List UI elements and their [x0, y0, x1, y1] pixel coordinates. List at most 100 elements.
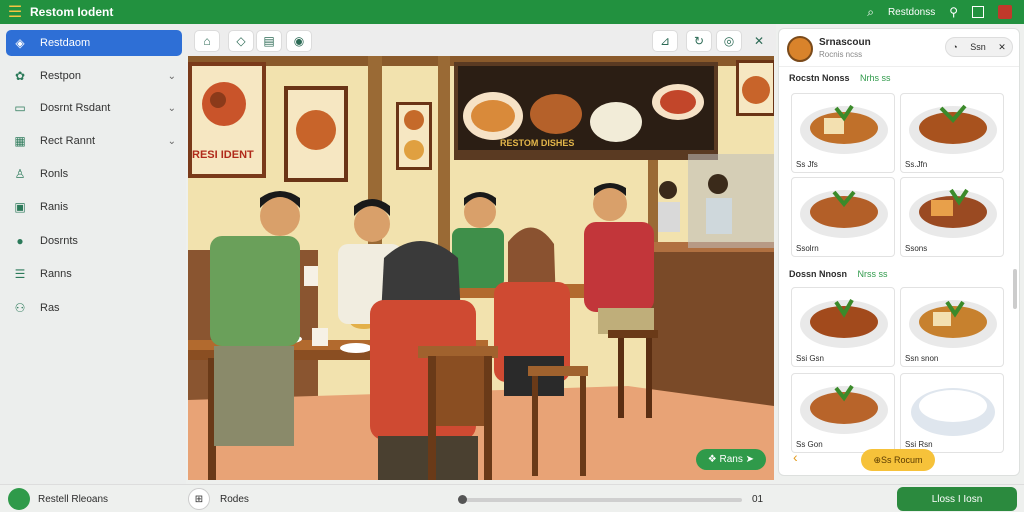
dish-name: Ssolrn — [796, 244, 819, 253]
section-tag: Nrhs ss — [860, 73, 891, 83]
window-icon[interactable] — [972, 6, 984, 18]
dish-image-icon — [800, 299, 888, 348]
panel-button-label: Ss Rocum — [881, 455, 923, 465]
chat-icon[interactable]: ◉ — [286, 30, 312, 52]
chevron-down-icon[interactable]: ⌄ — [168, 103, 176, 114]
tag-icon: ⊕ — [873, 454, 882, 465]
bottom-bar: Restell Rleoans ⊞ Rodes 01 Lloss I Iosn — [0, 484, 1024, 512]
panel-name: Srnascoun — [819, 37, 871, 48]
section-header-1: Rocstn Nonss Nrhs ss — [789, 73, 891, 83]
home-icon[interactable]: ⌂ — [194, 30, 220, 52]
chevron-down-icon[interactable]: ⌄ — [168, 71, 176, 82]
dish-name: Ssn snon — [905, 354, 939, 363]
share-icon: ➤ — [745, 454, 754, 465]
camera-icon[interactable]: ◎ — [716, 30, 742, 52]
dish-image-icon — [909, 104, 997, 154]
app-title: Restom Iodent — [30, 5, 114, 19]
panel-subtitle: Rocnis ncss — [819, 50, 863, 59]
dish-image-icon — [800, 384, 888, 434]
sidebar-item-label: Dosrnts — [40, 235, 78, 247]
dish-card[interactable]: Ssi Rsn — [900, 373, 1004, 453]
dish-card[interactable]: Ss Jfs — [791, 93, 895, 173]
panel-action-button[interactable]: ⊕ Ss Rocum — [861, 449, 935, 471]
dish-card[interactable]: Ssolrn — [791, 177, 895, 257]
list-icon: ☰ — [14, 267, 26, 281]
restaurant-illustration: RESI IDENT RESTOM DISHES ❖ Rans ➤ — [188, 56, 774, 480]
brand-name: Restell Rleoans — [38, 494, 109, 505]
sidebar-item-8[interactable]: ⚇ Ras — [6, 295, 182, 321]
refresh-icon[interactable]: ↻ — [686, 30, 712, 52]
crop-icon[interactable]: ⊿ — [652, 30, 678, 52]
close-icon[interactable]: ✕ — [998, 42, 1006, 53]
dish-name: Ss Jfs — [796, 160, 818, 169]
dish-card[interactable]: Ss Gon — [791, 373, 895, 453]
primary-action-button[interactable]: Lloss I Iosn — [897, 487, 1017, 511]
dish-image-icon — [800, 104, 888, 154]
menu-panel: Srnascoun Rocnis ncss ◔ Ssn ✕ Rocstn Non… — [778, 28, 1020, 476]
compass-icon: ◈ — [15, 36, 25, 50]
grid-icon[interactable]: ⊞ — [188, 488, 210, 510]
close-icon[interactable]: ✕ — [746, 30, 772, 52]
profile-icon[interactable] — [998, 5, 1012, 19]
top-search-label[interactable]: Restdonss — [888, 7, 935, 18]
dish-card[interactable]: Ssn snon — [900, 287, 1004, 367]
sidebar-item-label: Ronls — [40, 168, 69, 180]
leaf-icon: ❖ — [707, 454, 720, 465]
sidebar: ◈ Restdaom ✿ Restpon ⌄ ▭ Dosrnt Rsdant ⌄… — [0, 24, 186, 484]
restaurant-scene-art: RESI IDENT RESTOM DISHES — [188, 56, 774, 480]
sidebar-item-7[interactable]: ☰ Ranns — [6, 261, 182, 287]
section-title: Dossn Nnosn — [789, 269, 848, 279]
top-bar: ☰ Restom Iodent ⌕ Restdonss ⚲ — [0, 0, 1024, 24]
search-icon[interactable]: ⌕ — [867, 5, 874, 20]
dish-card[interactable]: Ssons — [900, 177, 1004, 257]
panel-control[interactable]: ◔ Ssn ✕ — [945, 37, 1013, 57]
users-icon: ⚇ — [14, 301, 26, 315]
avatar[interactable] — [787, 36, 813, 62]
sidebar-item-3[interactable]: ▦ Rect Rannt ⌄ — [6, 128, 182, 154]
sidebar-item-6[interactable]: ● Dosrnts — [6, 228, 182, 254]
sidebar-item-5[interactable]: ▣ Ranis — [6, 194, 182, 220]
chevron-left-icon[interactable]: ‹ — [793, 449, 798, 465]
sidebar-item-0[interactable]: ◈ Restdaom — [6, 30, 182, 56]
clock-icon: ◔ — [952, 42, 958, 52]
sidebar-item-label: Ranis — [40, 201, 69, 213]
image-icon: ▣ — [14, 200, 26, 214]
dish-name: Ss Gon — [796, 440, 823, 449]
dish-image-icon — [800, 190, 888, 238]
message-icon: ▭ — [14, 101, 26, 115]
section-tag: Nrss ss — [857, 269, 888, 279]
top-bar-actions: ⌕ Restdonss ⚲ — [867, 5, 1024, 20]
sidebar-item-label: Restpon — [40, 70, 81, 82]
sidebar-item-label: Ras — [40, 302, 60, 314]
sidebar-item-2[interactable]: ▭ Dosrnt Rsdant ⌄ — [6, 95, 182, 121]
dish-name: Ssi Rsn — [905, 440, 933, 449]
panel-header: Srnascoun Rocnis ncss ◔ Ssn ✕ — [779, 29, 1019, 67]
section-header-2: Dossn Nnosn Nrss ss — [789, 269, 888, 279]
panel-control-label: Ssn — [970, 42, 986, 52]
sidebar-item-label: Restdaom — [40, 37, 91, 49]
progress-track[interactable] — [462, 498, 742, 502]
sidebar-item-label: Rect Rannt — [40, 135, 96, 147]
dish-name: Ssi Gsn — [796, 354, 825, 363]
dish-card[interactable]: Ssi Gsn — [791, 287, 895, 367]
progress-handle[interactable] — [458, 495, 467, 504]
tag-icon[interactable]: ◇ — [228, 30, 254, 52]
food-icon: ✿ — [14, 69, 26, 83]
magnifier-icon[interactable]: ⚲ — [949, 5, 958, 19]
scene-tag-button[interactable]: ❖ Rans ➤ — [695, 449, 766, 470]
dish-image-icon — [909, 188, 997, 238]
restaurant-sign-text: RESI IDENT — [192, 149, 254, 161]
sidebar-item-1[interactable]: ✿ Restpon ⌄ — [6, 63, 182, 89]
section-title: Rocstn Nonss — [789, 73, 850, 83]
globe-icon: ● — [16, 234, 24, 248]
note-icon[interactable]: ▤ — [256, 30, 282, 52]
panel-scrollbar[interactable] — [1013, 269, 1017, 309]
sidebar-item-4[interactable]: ♙ Ronls — [6, 161, 182, 187]
sidebar-item-label: Dosrnt Rsdant — [40, 102, 111, 114]
chevron-down-icon[interactable]: ⌄ — [168, 136, 176, 147]
dish-name: Ss.Jfn — [905, 160, 928, 169]
dish-name: Ssons — [905, 244, 928, 253]
page-number: 01 — [752, 494, 764, 505]
dish-card[interactable]: Ss.Jfn — [900, 93, 1004, 173]
hamburger-menu-icon[interactable]: ☰ — [0, 2, 30, 22]
